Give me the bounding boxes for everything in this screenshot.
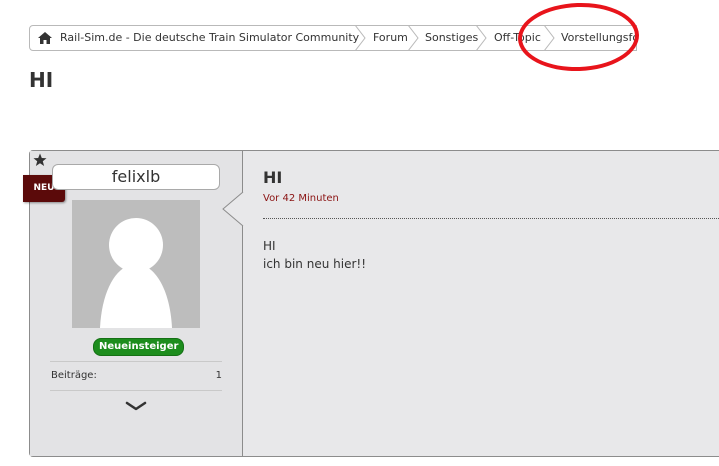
default-avatar-icon: [100, 218, 172, 328]
post-body: HI ich bin neu hier!!: [263, 237, 366, 273]
breadcrumb-sonstiges[interactable]: Sonstiges: [417, 26, 478, 50]
breadcrumb-forum[interactable]: Forum: [365, 26, 408, 50]
breadcrumb-vorstellungsforum[interactable]: Vorstellungsforum: [553, 26, 636, 50]
star-icon[interactable]: [33, 153, 47, 167]
divider: [50, 390, 222, 391]
page-title: HI: [29, 68, 54, 92]
breadcrumb: Rail-Sim.de - Die deutsche Train Simulat…: [29, 25, 637, 51]
post-header-divider: [263, 218, 719, 219]
post: NEU felixlb Neueinsteiger Beiträge: 1 HI…: [23, 150, 719, 457]
avatar[interactable]: [72, 200, 200, 328]
rank-badge: Neueinsteiger: [93, 338, 185, 356]
chevron-down-icon[interactable]: [125, 400, 147, 412]
breadcrumb-off-topic[interactable]: Off-Topic: [486, 26, 541, 50]
post-body-line: ich bin neu hier!!: [263, 257, 367, 271]
post-title: HI: [263, 168, 283, 187]
speech-arrow: [222, 192, 244, 226]
divider: [50, 361, 222, 362]
post-body-line: HI: [263, 239, 276, 253]
author-username[interactable]: felixlb: [52, 164, 220, 190]
posts-label: Beiträge:: [51, 370, 97, 381]
posts-value: 1: [215, 370, 222, 381]
breadcrumb-home[interactable]: Rail-Sim.de - Die deutsche Train Simulat…: [52, 26, 359, 50]
home-icon[interactable]: [38, 32, 52, 44]
post-timestamp[interactable]: Vor 42 Minuten: [263, 193, 339, 204]
post-author-sidebar: NEU felixlb Neueinsteiger Beiträge: 1: [23, 151, 243, 456]
